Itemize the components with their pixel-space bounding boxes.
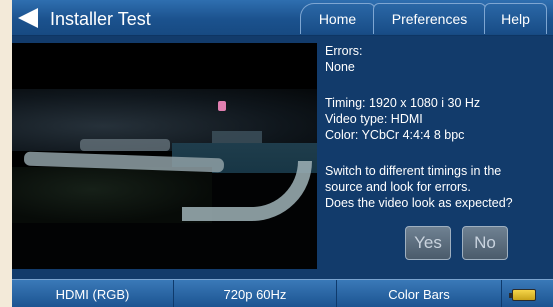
errors-block: Errors: None — [325, 43, 363, 75]
status-timing[interactable]: 720p 60Hz — [174, 280, 337, 307]
color-text: Color: YCbCr 4:4:4 8 bpc — [325, 128, 465, 142]
status-interface[interactable]: HDMI (RGB) — [12, 280, 174, 307]
status-pattern[interactable]: Color Bars — [337, 280, 502, 307]
instructions-block: Switch to different timings in the sourc… — [325, 163, 513, 211]
errors-label: Errors: — [325, 44, 363, 58]
tab-help[interactable]: Help — [484, 3, 547, 34]
yes-button[interactable]: Yes — [405, 226, 451, 260]
page-title: Installer Test — [50, 9, 151, 29]
tab-home[interactable]: Home — [300, 3, 375, 34]
left-bezel — [0, 0, 12, 307]
tab-preferences[interactable]: Preferences — [373, 3, 486, 34]
no-button[interactable]: No — [462, 226, 508, 260]
battery-icon — [509, 289, 536, 301]
back-button[interactable] — [16, 7, 40, 29]
instruction-line: source and look for errors. — [325, 180, 471, 194]
errors-value: None — [325, 60, 355, 74]
instruction-line: Does the video look as expected? — [325, 196, 513, 210]
back-arrow-icon — [18, 8, 38, 28]
video-type-text: Video type: HDMI — [325, 112, 423, 126]
timing-text: Timing: 1920 x 1080 i 30 Hz — [325, 96, 481, 110]
status-bar: HDMI (RGB) 720p 60Hz Color Bars — [12, 279, 553, 307]
device-screen: Installer Test Home Preferences Help Err… — [12, 0, 553, 307]
signal-info-block: Timing: 1920 x 1080 i 30 Hz Video type: … — [325, 95, 480, 143]
top-bar: Installer Test Home Preferences Help — [12, 0, 553, 36]
video-preview — [12, 43, 317, 269]
instruction-line: Switch to different timings in the — [325, 164, 502, 178]
